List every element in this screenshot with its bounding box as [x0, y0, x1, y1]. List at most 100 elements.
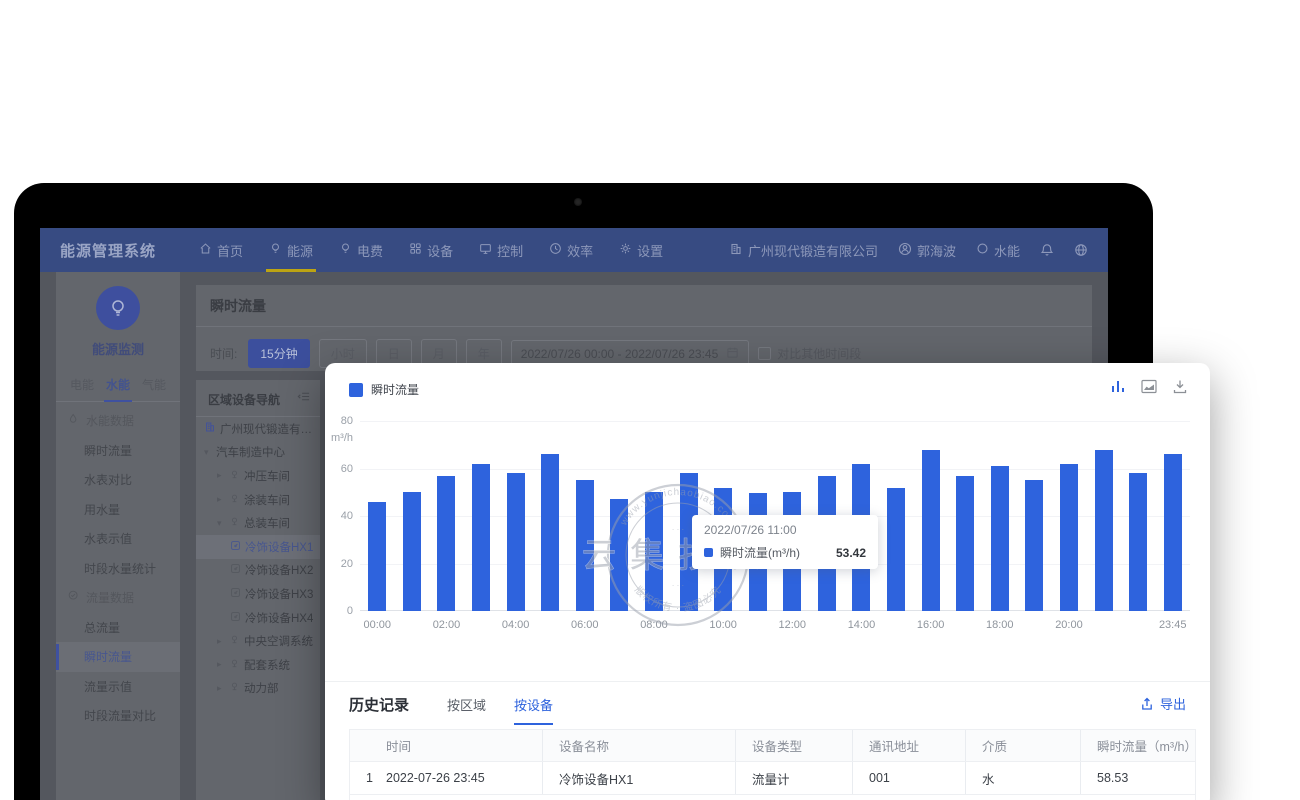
- download-icon[interactable]: [1172, 379, 1188, 399]
- chart-bar-06:00[interactable]: [576, 480, 594, 611]
- sidebar-item-瞬时流量[interactable]: 瞬时流量: [56, 642, 180, 672]
- tree-node-中央空调系统[interactable]: ▸中央空调系统: [196, 629, 320, 653]
- caret-right-icon: ▸: [217, 470, 225, 481]
- collapse-panel-icon[interactable]: [297, 390, 310, 408]
- tree-node-label: 涂装车间: [244, 492, 290, 508]
- x-tick-04:00: 04:00: [502, 619, 530, 631]
- table-cell: 冷饰设备HX1: [543, 762, 736, 794]
- chart-bar-08:00[interactable]: [645, 492, 663, 611]
- energy-tab-2[interactable]: 水能: [104, 370, 132, 402]
- nav-item-6[interactable]: 效率: [536, 228, 606, 272]
- sidebar-item-水表示值[interactable]: 水表示值: [56, 524, 180, 554]
- menu-label: 流量数据: [86, 589, 134, 606]
- flow-icon: [68, 590, 80, 605]
- tree-node-涂装车间[interactable]: ▸涂装车间: [196, 488, 320, 512]
- chart-bar-02:00[interactable]: [437, 476, 455, 611]
- area-chart-type-icon[interactable]: [1141, 379, 1157, 399]
- tree-node-汽车制造中心[interactable]: ▾汽车制造中心: [196, 441, 320, 465]
- clock-icon: [549, 242, 562, 258]
- chart-bar-15:00[interactable]: [887, 488, 905, 612]
- chart-bar-21:00[interactable]: [1095, 450, 1113, 612]
- history-tab-按设备[interactable]: 按设备: [514, 695, 553, 725]
- sidebar-section-水能数据: 水能数据: [56, 406, 180, 436]
- bulb-icon: [269, 242, 282, 258]
- tree-node-冲压车间[interactable]: ▸冲压车间: [196, 464, 320, 488]
- language-globe-icon[interactable]: [1074, 243, 1088, 257]
- sidebar-item-瞬时流量[interactable]: 瞬时流量: [56, 436, 180, 466]
- sidebar-item-水表对比[interactable]: 水表对比: [56, 465, 180, 495]
- tree-node-配套系统[interactable]: ▸配套系统: [196, 653, 320, 677]
- x-tick-18:00: 18:00: [986, 619, 1014, 631]
- x-tick-16:00: 16:00: [917, 619, 945, 631]
- legend-swatch: [349, 383, 363, 397]
- chart-legend[interactable]: 瞬时流量: [349, 381, 419, 398]
- x-tick-08:00: 08:00: [640, 619, 668, 631]
- gear-icon: [619, 242, 632, 258]
- chart-bar-23:45[interactable]: [1164, 454, 1182, 611]
- sidebar-menu: 水能数据瞬时流量水表对比用水量水表示值时段水量统计流量数据总流量瞬时流量流量示值…: [56, 406, 180, 731]
- y-tick-60: 60: [325, 463, 353, 475]
- history-tab-按区域[interactable]: 按区域: [447, 695, 486, 725]
- sidebar-item-时段水量统计[interactable]: 时段水量统计: [56, 554, 180, 584]
- nav-item-7[interactable]: 设置: [606, 228, 676, 272]
- chart-bar-00:00[interactable]: [368, 502, 386, 611]
- tree-list: 广州现代锻造有限公...▾汽车制造中心▸冲压车间▸涂装车间▾总装车间冷饰设备HX…: [196, 417, 320, 700]
- energy-type-select[interactable]: 水能: [976, 241, 1020, 260]
- sidebar-item-时段流量对比[interactable]: 时段流量对比: [56, 701, 180, 731]
- tree-node-广州现代锻造有限公...[interactable]: 广州现代锻造有限公...: [196, 417, 320, 441]
- sidebar-item-总流量[interactable]: 总流量: [56, 613, 180, 643]
- caret-right-icon: ▸: [217, 683, 225, 694]
- divider: [196, 326, 1092, 327]
- tree-node-冷饰设备HX2[interactable]: 冷饰设备HX2: [196, 559, 320, 583]
- chart-bar-04:00[interactable]: [507, 473, 525, 611]
- nav-item-4[interactable]: 设备: [396, 228, 466, 272]
- tree-node-冷饰设备HX3[interactable]: 冷饰设备HX3: [196, 582, 320, 606]
- bar-chart-type-icon[interactable]: [1110, 379, 1126, 399]
- energy-tab-3[interactable]: 气能: [140, 370, 168, 401]
- chart-bar-19:00[interactable]: [1025, 480, 1043, 611]
- tree-node-冷饰设备HX1[interactable]: 冷饰设备HX1: [196, 535, 320, 559]
- sidebar-item-流量示值[interactable]: 流量示值: [56, 672, 180, 702]
- nav-item-3[interactable]: 电费: [326, 228, 396, 272]
- page: 能源管理系统 首页能源电费设备控制效率设置 广州现代锻造有限公司 郭海波 水能: [0, 0, 1300, 800]
- chart-bar-03:00[interactable]: [472, 464, 490, 611]
- chart-bar-05:00[interactable]: [541, 454, 559, 611]
- tree-title: 区域设备导航: [208, 391, 280, 408]
- chart-bar-18:00[interactable]: [991, 466, 1009, 611]
- chart-bar-22:00[interactable]: [1129, 473, 1147, 611]
- compare-label: 对比其他时间段: [777, 345, 861, 362]
- export-button[interactable]: 导出: [1140, 694, 1186, 713]
- company-select[interactable]: 广州现代锻造有限公司: [729, 241, 878, 260]
- chart-bar-01:00[interactable]: [403, 492, 421, 611]
- table-header-3: 设备类型: [736, 730, 853, 761]
- nav-item-1[interactable]: 首页: [186, 228, 256, 272]
- tree-node-冷饰设备HX4[interactable]: 冷饰设备HX4: [196, 606, 320, 630]
- sidebar-item-用水量[interactable]: 用水量: [56, 495, 180, 525]
- x-tick-14:00: 14:00: [848, 619, 876, 631]
- x-tick-06:00: 06:00: [571, 619, 599, 631]
- energy-tab-1[interactable]: 电能: [68, 370, 96, 401]
- interval-button-15分钟[interactable]: 15分钟: [248, 339, 309, 368]
- tree-header: 区域设备导航: [196, 380, 320, 416]
- chart-bar-17:00[interactable]: [956, 476, 974, 611]
- time-label: 时间:: [210, 345, 237, 362]
- legend-label: 瞬时流量: [371, 381, 419, 398]
- caret-right-icon: ▸: [217, 636, 225, 647]
- compare-checkbox[interactable]: 对比其他时间段: [758, 345, 861, 362]
- sidebar-header: 能源监测: [56, 272, 180, 358]
- location-icon: [229, 681, 240, 695]
- chart-bar-16:00[interactable]: [922, 450, 940, 612]
- table-header-2: 设备名称: [543, 730, 736, 761]
- y-tick-40: 40: [325, 510, 353, 522]
- table-header-row: 时间设备名称设备类型通讯地址介质瞬时流量（m³/h）: [349, 729, 1196, 762]
- tree-node-总装车间[interactable]: ▾总装车间: [196, 511, 320, 535]
- tree-node-动力部[interactable]: ▸动力部: [196, 677, 320, 701]
- notification-bell-icon[interactable]: [1040, 243, 1054, 257]
- nav-item-5[interactable]: 控制: [466, 228, 536, 272]
- user-menu[interactable]: 郭海波: [898, 241, 956, 260]
- chart-bar-20:00[interactable]: [1060, 464, 1078, 611]
- top-navbar: 能源管理系统 首页能源电费设备控制效率设置 广州现代锻造有限公司 郭海波 水能: [40, 228, 1108, 272]
- nav-item-2[interactable]: 能源: [256, 228, 326, 272]
- chart-bar-07:00[interactable]: [610, 499, 628, 611]
- export-label: 导出: [1160, 694, 1186, 713]
